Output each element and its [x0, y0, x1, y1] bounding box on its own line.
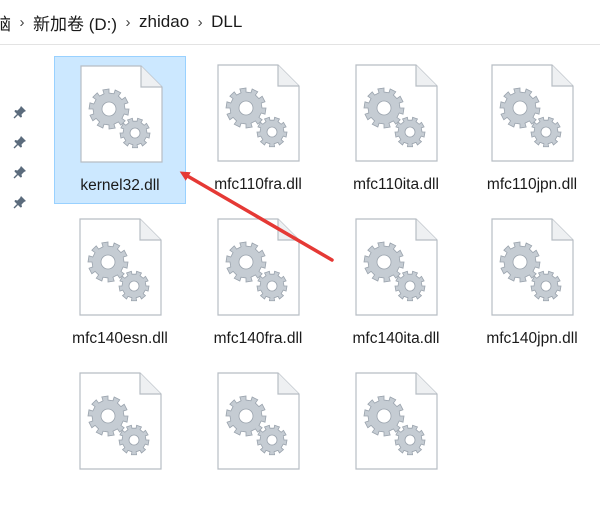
dll-file-icon — [217, 218, 300, 316]
file-item[interactable]: mfc110ita.dll — [330, 56, 462, 204]
breadcrumb-item-drive[interactable]: 新加卷 (D:) — [31, 10, 119, 35]
file-name-label: mfc110fra.dll — [214, 176, 302, 193]
breadcrumb-item-zhidao[interactable]: zhidao — [137, 12, 191, 32]
dll-file-icon — [217, 372, 300, 470]
dll-file-icon — [355, 372, 438, 470]
file-name-label: mfc110ita.dll — [353, 176, 439, 193]
file-item[interactable]: kernel32.dll — [54, 56, 186, 204]
dll-file-icon — [491, 64, 574, 162]
dll-file-icon — [355, 218, 438, 316]
file-item[interactable]: mfc140ita.dll — [330, 210, 462, 358]
file-item[interactable]: mfc140jpn.dll — [466, 210, 598, 358]
file-item[interactable]: mfc110jpn.dll — [466, 56, 598, 204]
chevron-right-icon[interactable]: › — [119, 14, 137, 31]
dll-file-icon — [491, 218, 574, 316]
file-item[interactable]: mfc110fra.dll — [192, 56, 324, 204]
address-bar[interactable]: 脑 › 新加卷 (D:) › zhidao › DLL — [0, 0, 600, 45]
file-item[interactable] — [54, 364, 186, 512]
breadcrumb-item-dll[interactable]: DLL — [209, 12, 244, 32]
file-name-label: mfc140esn.dll — [72, 330, 168, 347]
file-name-label: mfc110jpn.dll — [486, 176, 578, 193]
file-name-label: mfc140jpn.dll — [486, 330, 578, 347]
file-item[interactable] — [192, 364, 324, 512]
file-item[interactable]: mfc140fra.dll — [192, 210, 324, 358]
dll-file-icon — [355, 64, 438, 162]
file-name-label: mfc140fra.dll — [213, 330, 303, 347]
dll-file-icon — [217, 64, 300, 162]
file-name-label: mfc140ita.dll — [352, 330, 440, 347]
file-item[interactable]: mfc140esn.dll — [54, 210, 186, 358]
dll-file-icon — [80, 65, 163, 163]
chevron-right-icon[interactable]: › — [191, 14, 209, 31]
dll-file-icon — [79, 218, 162, 316]
file-name-label: kernel32.dll — [80, 177, 160, 194]
file-grid: kernel32.dll mfc110fra.dll mfc110ita.dll mf… — [0, 44, 600, 470]
chevron-right-icon[interactable]: › — [13, 14, 31, 31]
dll-file-icon — [79, 372, 162, 470]
file-item[interactable] — [330, 364, 462, 512]
breadcrumb: 脑 › 新加卷 (D:) › zhidao › DLL — [0, 9, 244, 35]
breadcrumb-item-pc[interactable]: 脑 — [0, 10, 13, 35]
